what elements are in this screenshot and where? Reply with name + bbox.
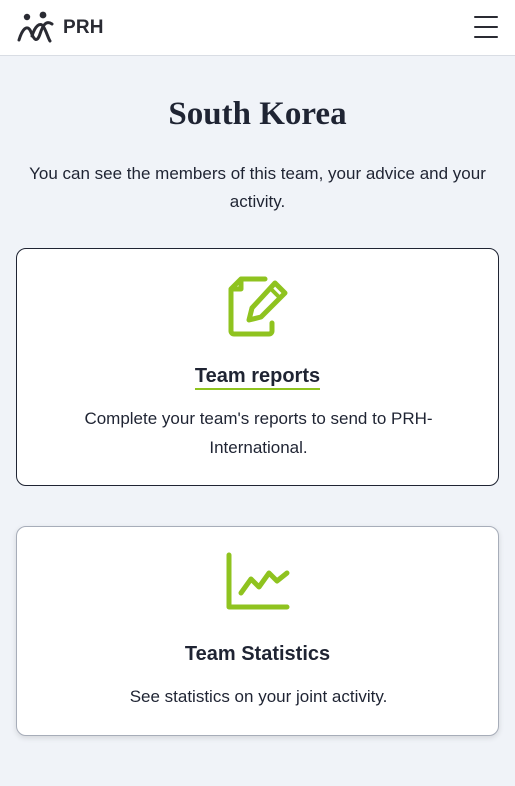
page-intro: You can see the members of this team, yo… — [29, 164, 486, 211]
team-reports-card[interactable]: Team reports Complete your team's report… — [16, 248, 499, 486]
hamburger-menu-icon[interactable] — [472, 14, 500, 42]
logo-text: PRH — [63, 17, 104, 38]
team-statistics-description: See statistics on your joint activity. — [129, 687, 388, 706]
team-reports-description: Complete your team's reports to send to … — [84, 409, 433, 457]
line-chart-icon — [226, 552, 289, 610]
document-edit-icon — [228, 276, 287, 337]
prh-logo-icon — [17, 11, 54, 43]
top-bar: PRH — [0, 0, 515, 56]
team-statistics-title: Team Statistics — [184, 643, 331, 665]
prh-logo[interactable]: PRH — [16, 10, 104, 46]
team-reports-link[interactable]: Team reports — [194, 365, 321, 390]
team-statistics-card[interactable]: Team Statistics See statistics on your j… — [16, 526, 499, 736]
page-title: South Korea — [168, 96, 347, 132]
